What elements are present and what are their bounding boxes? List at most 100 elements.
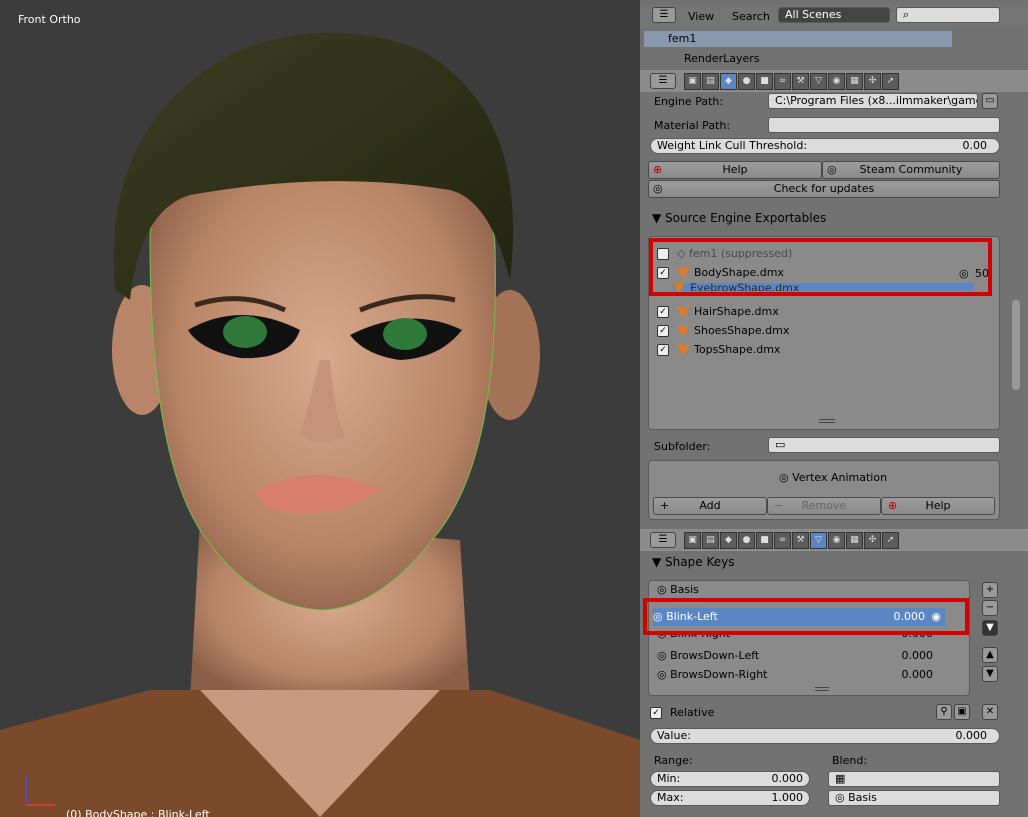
checkbox[interactable]: ✓ bbox=[657, 306, 669, 318]
render-tab[interactable]: ▣ bbox=[684, 73, 701, 90]
editor-type-icon[interactable]: ☰ bbox=[650, 532, 676, 548]
physics-tab[interactable]: ➚ bbox=[882, 73, 899, 90]
render-tab[interactable]: ▣ bbox=[684, 532, 701, 549]
texture-tab[interactable]: ▦ bbox=[846, 532, 863, 549]
view-menu[interactable]: View bbox=[688, 10, 714, 23]
vertex-group-field[interactable]: ▦ bbox=[828, 771, 1000, 787]
data-tab[interactable]: ▽ bbox=[810, 532, 827, 549]
pin-icon[interactable]: ⚲ bbox=[936, 704, 952, 720]
material-tab[interactable]: ◉ bbox=[828, 532, 845, 549]
highlight-box bbox=[649, 238, 992, 296]
lifebuoy-icon: ⊕ bbox=[653, 163, 663, 176]
resize-handle[interactable] bbox=[819, 419, 835, 423]
weight-cull-label: Weight Link Cull Threshold: bbox=[657, 139, 808, 152]
shape-keys-title: Shape Keys bbox=[665, 555, 735, 569]
3d-viewport[interactable]: Front Ortho (0) BodyShape: Blink-Left bbox=[0, 0, 640, 817]
lifebuoy-icon: ⊕ bbox=[888, 499, 898, 512]
scene-tab[interactable]: ◆ bbox=[720, 532, 737, 549]
check-updates-button[interactable]: ◎ Check for updates bbox=[648, 180, 1000, 198]
mesh-icon bbox=[677, 325, 689, 337]
properties-tabs-2: ▣ ▤ ◆ ● ■ ∞ ⚒ ▽ ◉ ▦ ✣ ➚ bbox=[684, 532, 899, 550]
edit-mode-icon[interactable]: ▣ bbox=[954, 704, 970, 720]
data-tab[interactable]: ▽ bbox=[810, 73, 827, 90]
outliner-row-renderlayers[interactable]: RenderLayers bbox=[644, 50, 952, 66]
value-slider[interactable]: Value: 0.000 bbox=[650, 728, 1000, 744]
help-button[interactable]: ⊕ Help bbox=[648, 161, 822, 179]
resize-handle[interactable] bbox=[815, 687, 829, 691]
vertex-group-icon: ▦ bbox=[835, 772, 846, 785]
list-item[interactable]: ✓ TopsShape.dmx bbox=[657, 341, 780, 359]
texture-tab[interactable]: ▦ bbox=[846, 73, 863, 90]
properties-header-2: ☰ ▣ ▤ ◆ ● ■ ∞ ⚒ ▽ ◉ ▦ ✣ ➚ bbox=[640, 529, 1028, 551]
mesh-icon bbox=[677, 344, 689, 356]
highlight-box bbox=[643, 598, 969, 635]
relative-key-field[interactable]: ◎ Basis bbox=[828, 790, 1000, 806]
plus-icon: + bbox=[660, 499, 670, 512]
steam-icon: ◎ bbox=[827, 163, 837, 176]
check-updates-label: Check for updates bbox=[773, 182, 875, 195]
outliner-row-fem1[interactable]: fem1 bbox=[644, 31, 952, 47]
modifiers-tab[interactable]: ⚒ bbox=[792, 73, 809, 90]
status-label: (0) BodyShape : Blink-Left bbox=[66, 808, 210, 817]
max-field[interactable]: Max: 1.000 bbox=[650, 790, 810, 806]
layers-tab[interactable]: ▤ bbox=[702, 73, 719, 90]
search-input[interactable]: ⌕ bbox=[896, 7, 1000, 23]
scene-tab[interactable]: ◆ bbox=[720, 73, 737, 90]
physics-tab[interactable]: ➚ bbox=[882, 532, 899, 549]
shape-keys-header[interactable]: ▼ Shape Keys bbox=[652, 555, 734, 569]
object-tab[interactable]: ■ bbox=[756, 73, 773, 90]
search-menu[interactable]: Search bbox=[732, 10, 770, 23]
engine-path-field[interactable]: C:\Program Files (x8...ilmmaker\game\bin… bbox=[768, 93, 978, 109]
minus-icon: − bbox=[774, 499, 784, 512]
add-button[interactable]: + Add bbox=[653, 497, 767, 515]
list-item[interactable]: ◎ BrowsDown-Right 0.000 bbox=[657, 666, 949, 684]
remove-shape-key-button[interactable]: − bbox=[982, 600, 998, 616]
weight-cull-slider[interactable]: Weight Link Cull Threshold: 0.00 bbox=[650, 138, 1000, 154]
world-tab[interactable]: ● bbox=[738, 532, 755, 549]
material-tab[interactable]: ◉ bbox=[828, 73, 845, 90]
list-item-label: TopsShape.dmx bbox=[694, 343, 781, 356]
subfolder-field[interactable]: ▭ bbox=[768, 437, 1000, 453]
steam-community-button[interactable]: ◎ Steam Community bbox=[822, 161, 1000, 179]
outliner-header: ☰ View Search All Scenes ⌕ bbox=[640, 5, 1028, 27]
exportables-header[interactable]: ▼ Source Engine Exportables bbox=[652, 211, 826, 225]
add-shape-key-button[interactable]: + bbox=[982, 582, 998, 598]
material-path-field[interactable] bbox=[768, 117, 1000, 133]
range-label: Range: bbox=[654, 754, 693, 767]
particles-tab[interactable]: ✣ bbox=[864, 73, 881, 90]
specials-menu-icon[interactable]: ▼ bbox=[982, 620, 998, 636]
constraints-tab[interactable]: ∞ bbox=[774, 532, 791, 549]
scrollbar[interactable] bbox=[1012, 300, 1020, 390]
relative-checkbox[interactable]: ✓ bbox=[650, 707, 662, 719]
value-label: Value: bbox=[657, 729, 691, 742]
particles-tab[interactable]: ✣ bbox=[864, 532, 881, 549]
world-tab[interactable]: ● bbox=[738, 73, 755, 90]
list-item[interactable]: ✓ ShoesShape.dmx bbox=[657, 322, 789, 340]
move-up-button[interactable]: ▲ bbox=[982, 647, 998, 663]
list-item[interactable]: ◎ BrowsDown-Left 0.000 bbox=[657, 647, 949, 665]
subfolder-label: Subfolder: bbox=[654, 440, 711, 453]
min-field[interactable]: Min: 0.000 bbox=[650, 771, 810, 787]
help-button-2[interactable]: ⊕ Help bbox=[881, 497, 995, 515]
move-down-button[interactable]: ▼ bbox=[982, 666, 998, 682]
weight-cull-value: 0.00 bbox=[962, 139, 988, 152]
editor-type-icon[interactable]: ☰ bbox=[652, 7, 676, 23]
list-item[interactable]: ◎ Basis bbox=[657, 585, 699, 595]
shape-key-icon: ◎ bbox=[657, 585, 671, 595]
remove-button[interactable]: − Remove bbox=[767, 497, 881, 515]
checkbox[interactable]: ✓ bbox=[657, 325, 669, 337]
layers-tab[interactable]: ▤ bbox=[702, 532, 719, 549]
relative-toggle[interactable]: ✓ Relative bbox=[650, 706, 714, 719]
scene-select[interactable]: All Scenes bbox=[778, 7, 890, 23]
editor-type-icon[interactable]: ☰ bbox=[650, 73, 676, 89]
checkbox[interactable]: ✓ bbox=[657, 344, 669, 356]
modifiers-tab[interactable]: ⚒ bbox=[792, 532, 809, 549]
list-item[interactable]: ✓ HairShape.dmx bbox=[657, 303, 779, 321]
shape-key-icon: ◎ bbox=[657, 649, 671, 662]
clear-icon[interactable]: ✕ bbox=[982, 704, 998, 720]
object-tab[interactable]: ■ bbox=[756, 532, 773, 549]
character-render[interactable] bbox=[0, 0, 640, 817]
folder-icon[interactable]: ▭ bbox=[982, 93, 998, 109]
constraints-tab[interactable]: ∞ bbox=[774, 73, 791, 90]
shape-key-icon: ◎ bbox=[657, 668, 671, 681]
